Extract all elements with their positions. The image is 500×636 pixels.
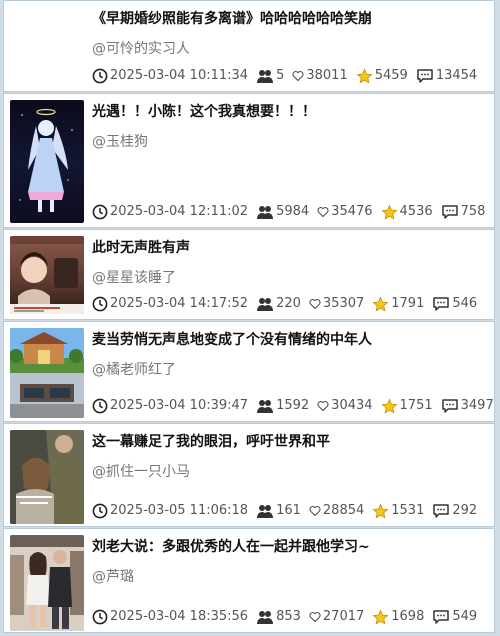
list-item[interactable]: 刘老大说：多跟优秀的人在一起并跟他学习~ @芦璐 2025-03-04 18:3… <box>3 528 495 633</box>
comment-count: 292 <box>452 503 478 518</box>
comment-icon <box>432 503 450 519</box>
users-icon <box>256 609 274 625</box>
users-icon <box>256 68 274 84</box>
heart-icon <box>317 206 329 218</box>
author-name[interactable]: @玉桂狗 <box>92 132 148 152</box>
publish-time: 2025-03-04 10:39:47 <box>110 398 249 413</box>
video-list: 《早期婚纱照能有多离谱》哈哈哈哈哈哈笑崩 @可怜的实习人 2025-03-04 … <box>0 0 500 636</box>
clock-icon <box>92 398 108 414</box>
video-thumbnail[interactable] <box>10 430 84 524</box>
heart-icon <box>309 611 321 623</box>
users-icon <box>256 204 274 220</box>
like-count: 27017 <box>322 609 365 624</box>
star-icon <box>356 68 373 85</box>
video-title[interactable]: 刘老大说：多跟优秀的人在一起并跟他学习~ <box>92 537 488 557</box>
comment-icon <box>432 609 450 625</box>
list-item[interactable]: 这一幕赚足了我的眼泪，呼吁世界和平 @抓住一只小马 2025-03-05 11:… <box>3 423 495 527</box>
clock-icon <box>92 68 108 84</box>
stats-row: 2025-03-05 11:06:18 161 28854 1531 292 <box>92 502 485 520</box>
heart-icon <box>309 298 321 310</box>
like-count: 38011 <box>306 68 348 83</box>
video-thumbnail[interactable] <box>10 328 84 418</box>
publish-time: 2025-03-05 11:06:18 <box>110 503 249 518</box>
comment-icon <box>416 68 434 84</box>
star-icon <box>372 296 389 313</box>
favorite-count: 4536 <box>399 204 433 219</box>
stats-row: 2025-03-04 18:35:56 853 27017 1698 549 <box>92 608 485 626</box>
author-name[interactable]: @芦璐 <box>92 567 134 587</box>
video-title[interactable]: 光遇！！小陈！这个我真想要！！！ <box>92 102 488 122</box>
users-icon <box>256 296 274 312</box>
follower-count: 220 <box>276 296 301 311</box>
clock-icon <box>92 503 108 519</box>
video-thumbnail[interactable] <box>10 535 84 631</box>
video-title[interactable]: 这一幕赚足了我的眼泪，呼吁世界和平 <box>92 432 488 452</box>
follower-count: 853 <box>276 609 301 624</box>
follower-count: 161 <box>276 503 301 518</box>
star-icon <box>381 398 398 415</box>
comment-icon <box>441 398 459 414</box>
comment-count: 13454 <box>435 68 478 83</box>
stats-row: 2025-03-04 12:11:02 5984 35476 4536 758 <box>92 203 493 221</box>
comment-icon <box>432 296 450 312</box>
video-title[interactable]: 麦当劳悄无声息地变成了个没有情绪的中年人 <box>92 330 488 350</box>
publish-time: 2025-03-04 10:11:34 <box>110 68 249 83</box>
star-icon <box>381 204 398 221</box>
like-count: 35476 <box>331 204 373 219</box>
favorite-count: 1751 <box>399 398 433 413</box>
clock-icon <box>92 609 108 625</box>
author-name[interactable]: @橘老师红了 <box>92 360 176 380</box>
users-icon <box>256 503 274 519</box>
comment-count: 549 <box>452 609 478 624</box>
star-icon <box>372 503 389 520</box>
publish-time: 2025-03-04 14:17:52 <box>110 296 249 311</box>
heart-icon <box>309 505 321 517</box>
comment-count: 758 <box>460 204 486 219</box>
follower-count: 5 <box>276 68 285 83</box>
comment-count: 3497 <box>460 398 494 413</box>
favorite-count: 1698 <box>391 609 425 624</box>
comment-count: 546 <box>452 296 478 311</box>
heart-icon <box>317 400 329 412</box>
comment-icon <box>441 204 459 220</box>
video-thumbnail[interactable] <box>10 100 84 223</box>
follower-count: 5984 <box>276 204 310 219</box>
list-item[interactable]: 此时无声胜有声 @星星该睡了 2025-03-04 14:17:52 220 3… <box>3 229 495 320</box>
like-count: 30434 <box>331 398 373 413</box>
stats-row: 2025-03-04 10:39:47 1592 30434 1751 3497 <box>92 397 500 415</box>
favorite-count: 5459 <box>374 68 408 83</box>
author-name[interactable]: @抓住一只小马 <box>92 462 190 482</box>
list-item[interactable]: 麦当劳悄无声息地变成了个没有情绪的中年人 @橘老师红了 2025-03-04 1… <box>3 321 495 422</box>
clock-icon <box>92 204 108 220</box>
video-title[interactable]: 《早期婚纱照能有多离谱》哈哈哈哈哈哈笑崩 <box>92 9 488 29</box>
follower-count: 1592 <box>276 398 310 413</box>
author-name[interactable]: @可怜的实习人 <box>92 39 190 59</box>
favorite-count: 1531 <box>391 503 425 518</box>
star-icon <box>372 609 389 626</box>
publish-time: 2025-03-04 12:11:02 <box>110 204 249 219</box>
stats-row: 2025-03-04 10:11:34 5 38011 5459 13454 <box>92 67 485 85</box>
list-item[interactable]: 光遇！！小陈！这个我真想要！！！ @玉桂狗 2025-03-04 12:11:0… <box>3 93 495 228</box>
video-thumbnail[interactable] <box>10 236 84 314</box>
heart-icon <box>292 70 304 82</box>
like-count: 28854 <box>322 503 365 518</box>
video-title[interactable]: 此时无声胜有声 <box>92 238 488 258</box>
users-icon <box>256 398 274 414</box>
list-item[interactable]: 《早期婚纱照能有多离谱》哈哈哈哈哈哈笑崩 @可怜的实习人 2025-03-04 … <box>3 0 495 92</box>
like-count: 35307 <box>322 296 365 311</box>
publish-time: 2025-03-04 18:35:56 <box>110 609 249 624</box>
author-name[interactable]: @星星该睡了 <box>92 268 176 288</box>
stats-row: 2025-03-04 14:17:52 220 35307 1791 546 <box>92 295 485 313</box>
clock-icon <box>92 296 108 312</box>
favorite-count: 1791 <box>391 296 425 311</box>
